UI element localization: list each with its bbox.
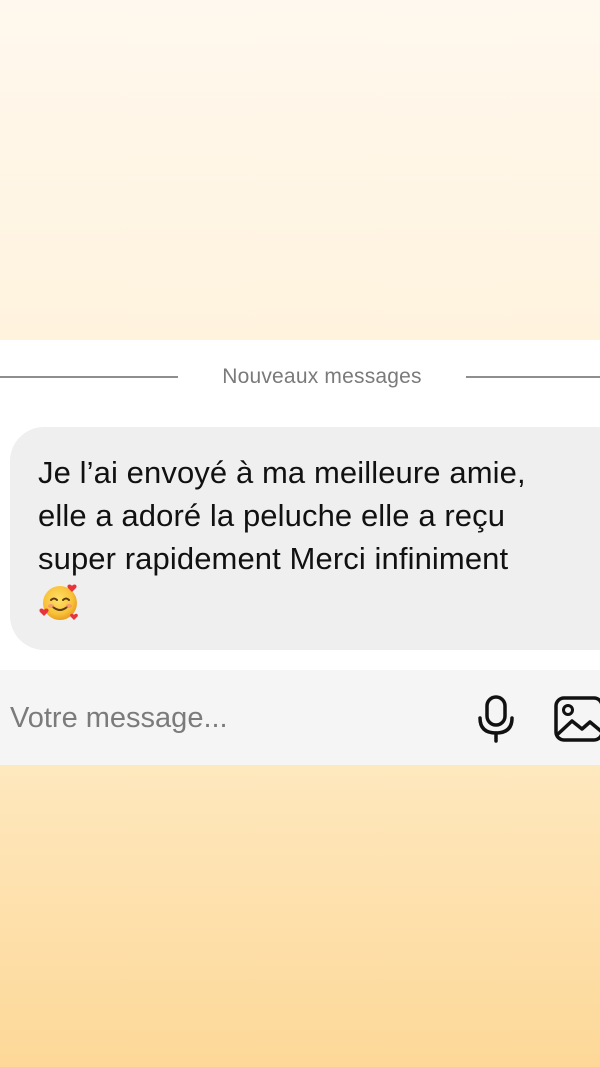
new-messages-divider: Nouveaux messages — [0, 362, 600, 392]
background-bottom — [0, 765, 600, 1067]
smiling-face-with-hearts-icon — [38, 580, 82, 624]
message-composer: Votre message... — [0, 670, 600, 765]
divider-line-right — [466, 376, 600, 378]
divider-label: Nouveaux messages — [222, 365, 422, 388]
message-bubble[interactable]: Je l’ai envoyé à ma meilleure amie, elle… — [10, 427, 600, 650]
background-top — [0, 0, 600, 340]
chat-panel: Nouveaux messages Je l’ai envoyé à ma me… — [0, 340, 600, 765]
divider-line-left — [0, 376, 178, 378]
message-text: Je l’ai envoyé à ma meilleure amie, elle… — [38, 455, 526, 576]
message-input[interactable]: Votre message... — [10, 700, 228, 736]
gallery-icon[interactable] — [552, 694, 600, 744]
microphone-icon[interactable] — [474, 694, 518, 744]
